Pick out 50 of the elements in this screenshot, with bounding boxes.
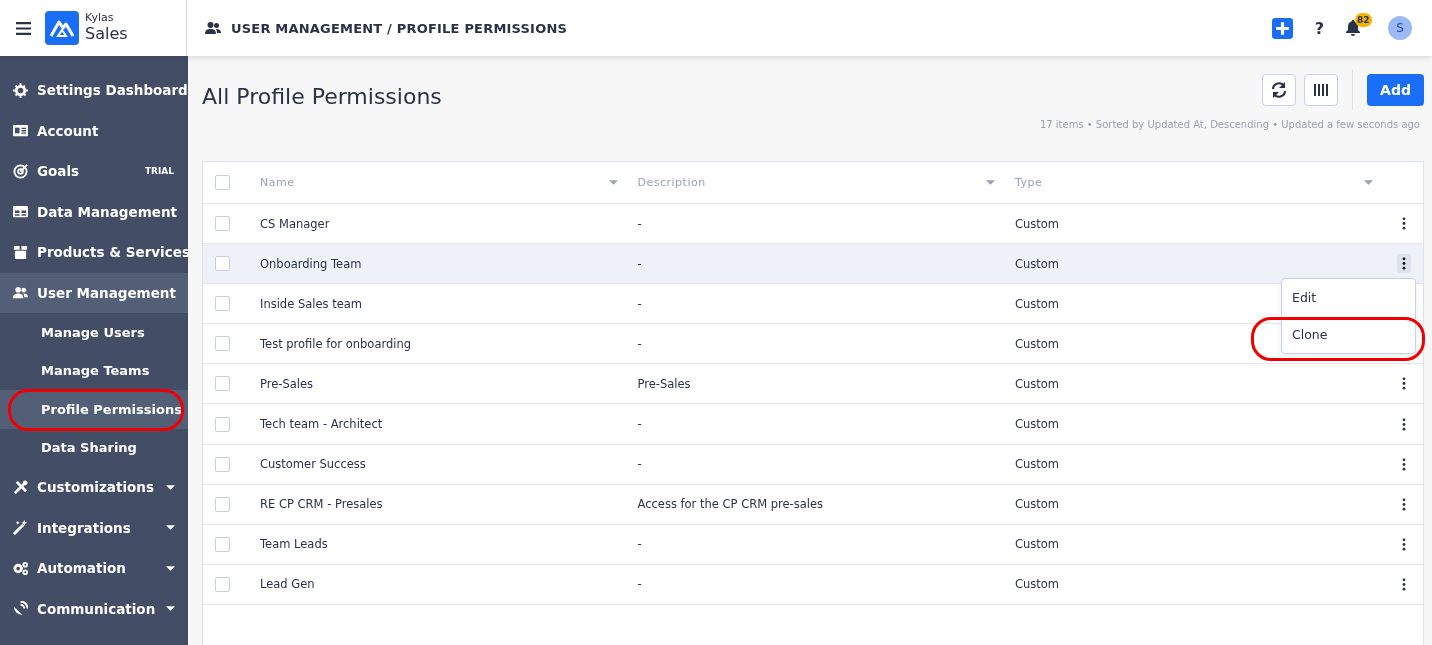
table-cell: Customer Success [260,457,366,472]
sidebar-item-label: Communication [37,600,157,617]
table-cell: Custom [1015,376,1060,391]
table-cell: - [637,296,642,311]
table-cell: Team Leads [260,537,328,552]
table-cell: Custom [1015,296,1060,311]
table-cell: - [637,457,642,472]
sidebar-item-label: Settings Dashboard [37,82,188,99]
table-cell: Custom [1015,457,1060,472]
list-info: 17 items • Sorted by Updated At, Descending • Updated a few seconds ago [1039,119,1420,130]
table-cell: Pre-Sales [637,376,691,391]
sidebar-item-label: Goals [37,163,81,180]
sidebar-item-label: Customizations [37,479,155,496]
sidebar-item-label: Data Management [37,203,177,220]
table-cell: Custom [1015,256,1060,271]
table-cell: - [637,417,642,431]
table-cell: Custom [1015,216,1060,231]
table-cell: Onboarding Team [260,256,362,271]
table-cell: - [637,336,642,351]
table-cell: Inside Sales team [260,296,362,311]
table-cell: Tech team - Architect [260,417,383,431]
notification-badge: 82 [1355,13,1372,27]
sidebar-item-label: Products & Services [37,244,190,261]
table-cell: Access for the CP CRM pre-sales [637,497,824,512]
page-title: All Profile Permissions [202,84,442,109]
table-cell: - [637,256,642,271]
table-cell: - [637,577,642,592]
column-header: Name [260,176,296,189]
table-cell: Custom [1015,497,1060,512]
sidebar-item-label: Account [37,122,100,139]
table-cell: Pre-Sales [260,376,314,391]
table-cell: Custom [1015,577,1060,592]
table-cell: Custom [1015,537,1060,552]
table-cell: CS Manager [260,216,330,231]
sidebar-item-label: Integrations [37,519,132,536]
table-cell: - [637,216,642,231]
table-cell: Custom [1015,417,1060,431]
sidebar-item-label: User Management [37,284,176,301]
table-cell: RE CP CRM - Presales [260,497,383,512]
trial-label: TRIAL [144,166,174,177]
breadcrumb: USER MANAGEMENT / PROFILE PERMISSIONS [231,20,568,36]
table-cell: Test profile for onboarding [260,336,412,351]
column-header: Description [637,176,707,189]
brand-name: Kylas [85,12,115,26]
sidebar-item-label: Automation [37,560,127,577]
table-cell: Custom [1015,336,1060,351]
column-header: Type [1015,176,1044,189]
product-name: Sales [85,25,128,44]
table-cell: Lead Gen [260,577,315,592]
table-cell: - [637,537,642,552]
